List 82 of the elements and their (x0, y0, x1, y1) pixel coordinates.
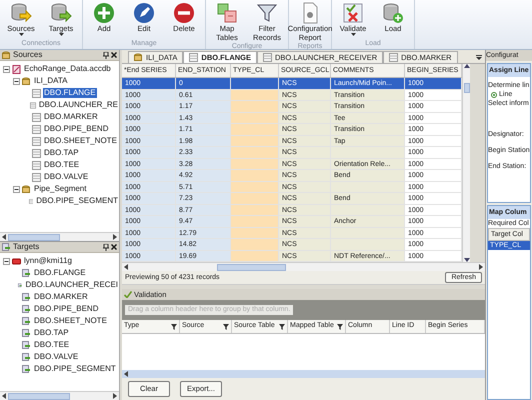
tree-item[interactable]: DBO.FLANGE (33, 268, 87, 278)
schema-icon (22, 76, 31, 86)
tree-item[interactable]: DBO.PIPE_SEGMENT (35, 196, 119, 206)
tree-item[interactable]: EchoRange_Data.accdb (23, 64, 112, 74)
scroll-left-icon[interactable] (124, 264, 128, 270)
tree-item[interactable]: DBO.TAP (43, 148, 80, 158)
dropdown-icon[interactable] (476, 55, 482, 60)
panel-title: Sources (13, 50, 44, 60)
filter-icon[interactable] (337, 324, 343, 330)
table-icon (32, 172, 41, 182)
tree-item[interactable]: DBO.VALVE (33, 352, 80, 362)
tree-item[interactable]: DBO.TEE (33, 340, 70, 350)
tree-item[interactable]: DBO.VALVE (43, 172, 90, 182)
horizontal-scrollbar[interactable] (0, 391, 119, 400)
filter-icon[interactable] (223, 324, 229, 330)
table-icon (30, 100, 36, 110)
filter-icon[interactable] (171, 324, 177, 330)
check-icon (124, 291, 132, 298)
vertical-scrollbar[interactable] (462, 64, 470, 262)
tree-item[interactable]: DBO.SHEET_NOTE (33, 316, 108, 326)
minus-icon (173, 2, 195, 24)
tree-item[interactable]: DBO.MARKER (33, 292, 89, 302)
table-icon (32, 112, 41, 122)
pencil-icon (133, 2, 155, 24)
table-icon (263, 53, 272, 62)
horizontal-scrollbar[interactable] (122, 370, 485, 378)
scroll-left-icon[interactable] (2, 393, 6, 399)
pin-icon[interactable] (103, 244, 109, 250)
database-file-icon (12, 64, 21, 74)
scroll-right-icon[interactable] (479, 264, 483, 270)
schema-icon (2, 50, 11, 60)
tree-item[interactable]: DBO.LAUNCHER_RE (38, 100, 119, 110)
tree-item[interactable]: DBO.TEE (43, 160, 80, 170)
tree-item[interactable]: DBO.FLANGE (43, 88, 97, 98)
plus-icon (93, 2, 115, 24)
table-icon (32, 124, 41, 134)
schema-icon (134, 53, 143, 62)
tree-item[interactable]: DBO.LAUNCHER_RECEI (24, 280, 119, 290)
tree-item[interactable]: ILI_DATA (33, 76, 68, 86)
scroll-left-icon[interactable] (2, 234, 6, 240)
close-icon[interactable] (111, 52, 117, 58)
scroll-thumb[interactable] (464, 83, 470, 93)
schema-icon (22, 184, 31, 194)
table-icon (32, 160, 41, 170)
validate-icon (342, 2, 364, 24)
server-icon (12, 256, 21, 266)
filter-icon (256, 2, 278, 24)
tree-item[interactable]: DBO.MARKER (43, 112, 99, 122)
horizontal-scrollbar[interactable] (122, 262, 485, 271)
collapse-icon[interactable] (13, 78, 20, 84)
collapse-icon[interactable] (3, 66, 10, 72)
tree-item[interactable]: lynn@kmi11g (23, 256, 73, 266)
tree-item[interactable]: Pipe_Segment (33, 184, 88, 194)
database-arrow-icon (10, 2, 32, 24)
database-arrow-icon (50, 2, 72, 24)
caret-icon (350, 33, 356, 36)
collapse-icon[interactable] (13, 186, 20, 192)
tree-item[interactable]: DBO.PIPE_BEND (33, 304, 100, 314)
table-icon (32, 148, 41, 158)
scroll-right-icon[interactable] (113, 393, 117, 399)
scroll-right-icon[interactable] (113, 234, 117, 240)
table-icon (32, 88, 41, 98)
tree-item[interactable]: DBO.PIPE_BEND (43, 124, 110, 134)
scroll-left-icon[interactable] (124, 371, 128, 377)
table-icon (389, 53, 398, 62)
close-icon[interactable] (111, 244, 117, 250)
caret-icon (18, 33, 24, 36)
panel-title: Targets (13, 242, 40, 252)
collapse-icon[interactable] (3, 258, 10, 264)
table-icon (32, 136, 41, 146)
caret-icon (58, 33, 64, 36)
table-icon (189, 53, 198, 62)
tables-icon (216, 2, 238, 24)
tree-item[interactable]: DBO.TAP (33, 328, 70, 338)
pin-icon[interactable] (103, 52, 109, 58)
horizontal-scrollbar[interactable] (0, 232, 119, 241)
tree-item[interactable]: DBO.PIPE_SEGMENT (33, 364, 117, 374)
radio-icon[interactable] (491, 92, 497, 98)
database-plus-icon (382, 2, 404, 24)
tree-item[interactable]: DBO.SHEET_NOTE (43, 136, 118, 146)
table-icon (28, 196, 34, 206)
filter-icon[interactable] (279, 324, 285, 330)
